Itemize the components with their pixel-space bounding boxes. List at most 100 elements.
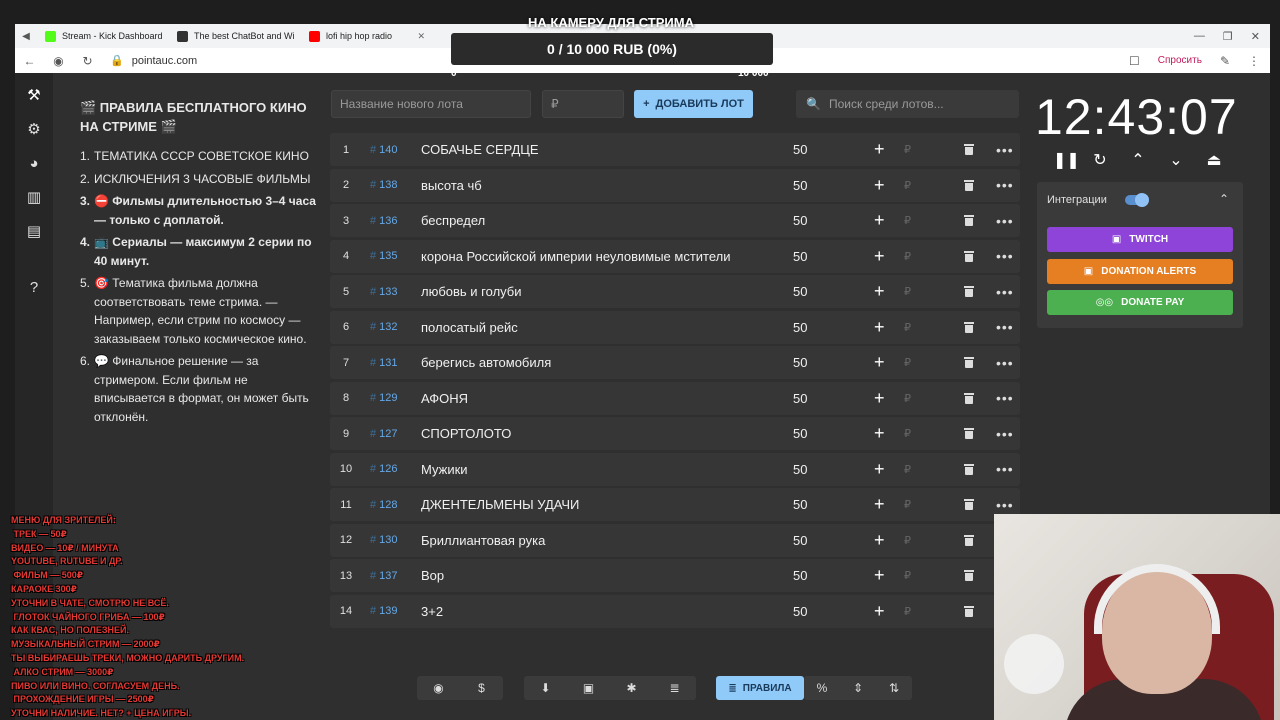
lot-amount[interactable]: 50 — [793, 346, 807, 379]
compress-icon[interactable]: ⇕ — [840, 681, 876, 695]
currency-input[interactable]: ₽ — [904, 595, 911, 628]
lot-id[interactable]: #133 — [370, 275, 397, 308]
add-amount-button[interactable]: + — [874, 169, 885, 202]
currency-input[interactable]: ₽ — [904, 524, 911, 557]
more-icon[interactable]: ••• — [996, 346, 1014, 379]
add-amount-button[interactable]: + — [874, 453, 885, 486]
chevron-down-icon[interactable]: ⌄ — [1167, 150, 1185, 170]
lot-id[interactable]: #135 — [370, 240, 397, 273]
github-icon[interactable]: ◉ — [417, 681, 460, 695]
delete-lot-button[interactable] — [963, 133, 975, 166]
lot-amount[interactable]: 50 — [793, 204, 807, 237]
add-lot-button[interactable]: + ДОБАВИТЬ ЛОТ — [634, 90, 753, 118]
list-edit-icon[interactable]: ≣ — [653, 681, 696, 695]
delete-lot-button[interactable] — [963, 204, 975, 237]
lot-amount[interactable]: 50 — [793, 240, 807, 273]
add-amount-button[interactable]: + — [874, 524, 885, 557]
delete-lot-button[interactable] — [963, 417, 975, 450]
delete-lot-button[interactable] — [963, 169, 975, 202]
lot-name[interactable]: Вор — [421, 559, 444, 592]
currency-input[interactable]: ₽ — [904, 311, 911, 344]
lot-amount[interactable]: 50 — [793, 169, 807, 202]
lot-id[interactable]: #138 — [370, 169, 397, 202]
lot-id[interactable]: #140 — [370, 133, 397, 166]
lot-amount[interactable]: 50 — [793, 133, 807, 166]
browser-tab-lofi[interactable]: lofi hip hop radio ✕ — [301, 24, 433, 48]
amount-input[interactable]: ₽ — [542, 90, 624, 118]
lot-name[interactable]: Бриллиантовая рука — [421, 524, 545, 557]
collapse-icon[interactable]: ⌃ — [1219, 192, 1229, 206]
more-icon[interactable]: ••• — [996, 133, 1014, 166]
ask-button[interactable]: Спросить — [1158, 55, 1202, 66]
dollar-icon[interactable]: $ — [460, 681, 503, 695]
history-icon[interactable]: ▤ — [24, 221, 44, 241]
lot-name[interactable]: АФОНЯ — [421, 382, 468, 415]
lot-id[interactable]: #137 — [370, 559, 397, 592]
lot-name[interactable]: СОБАЧЬЕ СЕРДЦЕ — [421, 133, 539, 166]
add-amount-button[interactable]: + — [874, 311, 885, 344]
more-icon[interactable]: ••• — [996, 453, 1014, 486]
sort-icon[interactable]: ⇅ — [876, 681, 912, 695]
more-icon[interactable]: ••• — [996, 240, 1014, 273]
lot-amount[interactable]: 50 — [793, 382, 807, 415]
bookmark-icon[interactable]: ☐ — [1129, 54, 1140, 68]
download-icon[interactable]: ⬇ — [524, 681, 567, 695]
auction-icon[interactable]: ⚒ — [24, 85, 44, 105]
eject-icon[interactable]: ⏏ — [1205, 150, 1223, 170]
lot-id[interactable]: #130 — [370, 524, 397, 557]
lot-amount[interactable]: 50 — [793, 488, 807, 521]
lot-amount[interactable]: 50 — [793, 559, 807, 592]
lot-name[interactable]: беспредел — [421, 204, 485, 237]
lot-amount[interactable]: 50 — [793, 275, 807, 308]
more-icon[interactable]: ••• — [996, 204, 1014, 237]
currency-input[interactable]: ₽ — [904, 559, 911, 592]
save-icon[interactable]: ▣ — [567, 681, 610, 695]
delete-lot-button[interactable] — [963, 382, 975, 415]
currency-input[interactable]: ₽ — [904, 133, 911, 166]
new-lot-input[interactable]: Название нового лота — [331, 90, 531, 118]
add-amount-button[interactable]: + — [874, 559, 885, 592]
donation-alerts-button[interactable]: ▣ DONATION ALERTS — [1047, 259, 1233, 284]
browser-tab-chatbot[interactable]: The best ChatBot and Wi — [169, 24, 301, 48]
currency-input[interactable]: ₽ — [904, 346, 911, 379]
lot-amount[interactable]: 50 — [793, 453, 807, 486]
lot-id[interactable]: #139 — [370, 595, 397, 628]
add-amount-button[interactable]: + — [874, 275, 885, 308]
maximize-icon[interactable]: ❐ — [1223, 30, 1233, 43]
currency-input[interactable]: ₽ — [904, 169, 911, 202]
lot-id[interactable]: #128 — [370, 488, 397, 521]
delete-lot-button[interactable] — [963, 275, 975, 308]
bug-icon[interactable]: ✱ — [610, 681, 653, 695]
add-amount-button[interactable]: + — [874, 488, 885, 521]
wheel-icon[interactable]: ◕ — [24, 153, 44, 173]
lot-name[interactable]: 3+2 — [421, 595, 443, 628]
help-icon[interactable]: ? — [24, 277, 44, 297]
delete-lot-button[interactable] — [963, 240, 975, 273]
stats-icon[interactable]: ▥ — [24, 187, 44, 207]
delete-lot-button[interactable] — [963, 595, 975, 628]
more-icon[interactable]: ••• — [996, 311, 1014, 344]
donate-pay-button[interactable]: ◎◎ DONATE PAY — [1047, 290, 1233, 315]
close-tab-icon[interactable]: ✕ — [417, 31, 425, 42]
lot-name[interactable]: высота чб — [421, 169, 482, 202]
lot-id[interactable]: #126 — [370, 453, 397, 486]
lot-id[interactable]: #136 — [370, 204, 397, 237]
add-amount-button[interactable]: + — [874, 204, 885, 237]
delete-lot-button[interactable] — [963, 559, 975, 592]
reload-icon[interactable]: ↻ — [73, 54, 102, 68]
back-icon[interactable]: ← — [15, 54, 44, 68]
minimize-icon[interactable]: — — [1194, 30, 1205, 43]
currency-input[interactable]: ₽ — [904, 240, 911, 273]
delete-lot-button[interactable] — [963, 524, 975, 557]
pause-icon[interactable]: ❚❚ — [1053, 150, 1080, 170]
add-amount-button[interactable]: + — [874, 595, 885, 628]
lot-name[interactable]: полосатый рейс — [421, 311, 518, 344]
currency-input[interactable]: ₽ — [904, 204, 911, 237]
lot-name[interactable]: берегись автомобиля — [421, 346, 551, 379]
delete-lot-button[interactable] — [963, 453, 975, 486]
add-amount-button[interactable]: + — [874, 133, 885, 166]
tab-actions-icon[interactable]: ◀ — [15, 31, 37, 42]
currency-input[interactable]: ₽ — [904, 275, 911, 308]
delete-lot-button[interactable] — [963, 346, 975, 379]
url-field[interactable]: 🔒 pointauc.com — [110, 54, 197, 68]
